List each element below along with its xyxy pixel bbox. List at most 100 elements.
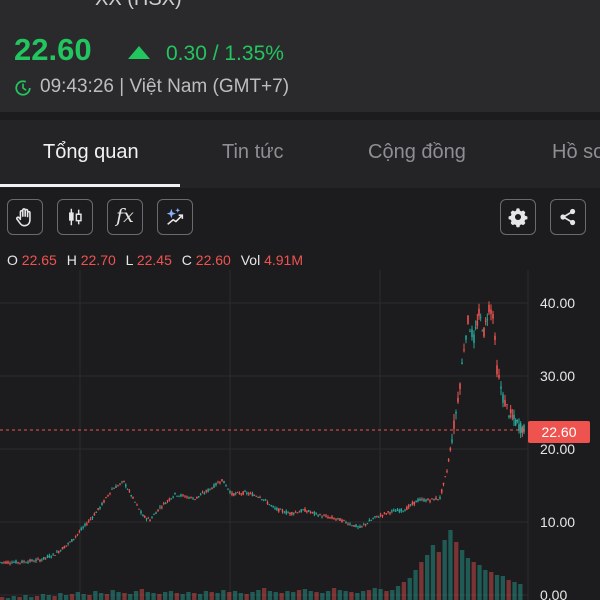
candle-body (231, 492, 233, 495)
candle-body (87, 520, 90, 522)
candle-body (162, 502, 165, 504)
candle-body (48, 555, 51, 558)
chart-type-button[interactable] (57, 199, 93, 235)
candle-body (219, 482, 221, 484)
candle-body (444, 476, 447, 478)
volume-bar (151, 593, 156, 600)
indicator-button[interactable]: fx (107, 199, 143, 235)
settings-button[interactable] (500, 199, 536, 235)
candle-body (246, 492, 248, 494)
volume-bar (262, 588, 267, 600)
symbol-title: XX (HSX) (95, 0, 182, 11)
candle-body (514, 420, 517, 426)
share-button[interactable] (550, 199, 586, 235)
last-update-time: 09:43:26 | Việt Nam (GMT+7) (40, 76, 290, 97)
candle-body (359, 526, 361, 528)
candle-body (508, 415, 510, 417)
candle-body (125, 484, 127, 487)
volume-bar (390, 590, 395, 600)
drawing-tool-button[interactable] (7, 199, 43, 235)
candle-body (498, 374, 500, 378)
candle-body (307, 510, 310, 512)
candle-body (115, 485, 117, 488)
tab-profile[interactable]: Hồ sơ (552, 141, 600, 164)
volume-bar (314, 592, 319, 600)
candle-body (355, 524, 357, 527)
candle-body (319, 514, 321, 516)
candle-body (488, 304, 490, 313)
candle-body (277, 508, 280, 512)
volume-bar (256, 590, 261, 600)
candle-body (279, 508, 282, 510)
volume-label: Vol (240, 252, 261, 268)
tab-community[interactable]: Cộng đồng (368, 141, 466, 164)
volume-bar (174, 593, 179, 600)
candle-body (155, 512, 157, 515)
volume-bar (81, 594, 86, 600)
candle-body (39, 559, 41, 562)
ai-analysis-button[interactable] (157, 199, 193, 235)
candle-body (287, 512, 289, 514)
candle-body (500, 386, 502, 389)
candle-body (178, 495, 180, 497)
tab-overview[interactable]: Tổng quan (43, 141, 139, 164)
tab-bar: Tổng quan Tin tức Cộng đồng Hồ sơ (0, 120, 600, 188)
candle-body (376, 515, 378, 517)
candle-body (268, 504, 271, 506)
volume-bar (157, 594, 162, 600)
candlestick-icon (69, 208, 82, 226)
volume-bar (320, 593, 325, 600)
candle-body (419, 498, 421, 501)
candle-body (283, 512, 286, 514)
volume-bar (227, 592, 232, 600)
y-tick-label: 10.00 (540, 514, 575, 530)
candle-body (306, 511, 308, 513)
candle-body (105, 496, 107, 499)
candle-body (453, 420, 455, 429)
volume-bar (407, 578, 412, 600)
close-value: 22.60 (195, 252, 231, 268)
candle-body (132, 497, 134, 499)
candle-body (61, 547, 64, 550)
volume-bar (209, 592, 214, 600)
candle-body (291, 512, 293, 515)
volume-bar (413, 570, 418, 600)
candle-body (389, 512, 391, 514)
volume-bar (128, 594, 133, 600)
candle-body (188, 497, 190, 499)
candle-body (431, 498, 433, 500)
candle-body (259, 496, 261, 498)
candle-body (130, 495, 132, 497)
candle-body (300, 509, 303, 512)
candle-body (345, 521, 347, 523)
volume-bar (326, 591, 331, 600)
candle-body (381, 514, 384, 517)
candle-body (223, 480, 225, 484)
candle-body (478, 308, 480, 316)
candle-body (56, 551, 58, 553)
tab-news[interactable]: Tin tức (222, 141, 284, 164)
volume-bar (273, 592, 278, 600)
candle-body (166, 500, 169, 502)
volume-bar (93, 591, 98, 600)
candle-body (67, 543, 69, 545)
volume-bar (366, 590, 372, 600)
volume-bar (279, 593, 284, 600)
candle-body (182, 494, 184, 496)
candle-body (379, 514, 382, 516)
candle-body (247, 493, 250, 495)
candle-body (374, 516, 376, 518)
candle-body (78, 531, 81, 533)
candle-body (147, 517, 150, 519)
volume-bar (168, 591, 174, 600)
candle-body (261, 499, 263, 500)
low-value: 22.45 (136, 252, 172, 268)
volume-bars (0, 530, 523, 600)
price-chart[interactable]: 40.00 30.00 20.00 10.00 0.00 (0, 270, 600, 600)
volume-bar (460, 550, 465, 600)
candle-body (353, 525, 355, 527)
candle-body (467, 315, 469, 324)
volume-bar (489, 572, 494, 600)
candle-body (461, 362, 463, 364)
candle-body (157, 509, 159, 512)
